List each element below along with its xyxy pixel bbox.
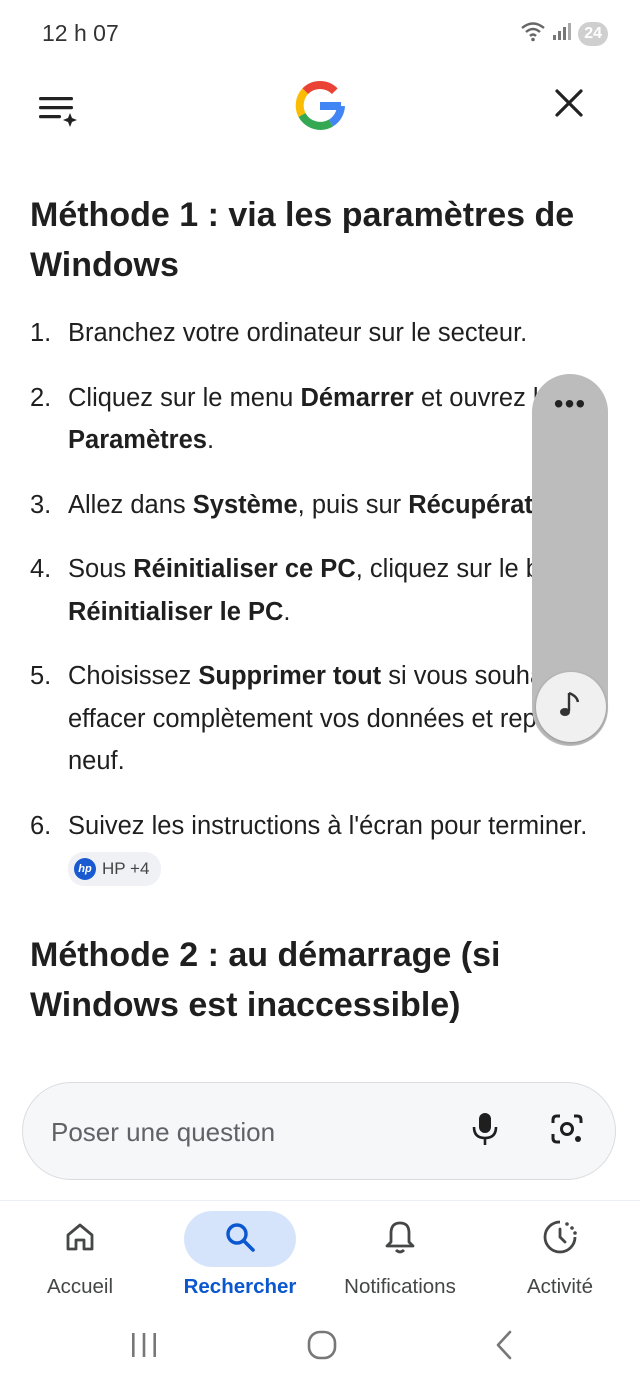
signal-icon [552, 21, 572, 46]
hp-logo-icon: hp [74, 858, 96, 881]
nav-label-search: Rechercher [183, 1275, 297, 1298]
status-time: 12 h 07 [42, 20, 119, 46]
back-button[interactable] [474, 1324, 534, 1370]
google-g-logo [295, 81, 345, 130]
wifi-icon [520, 20, 546, 47]
close-icon [554, 88, 584, 123]
bell-icon [383, 1219, 417, 1260]
status-bar: 12 h 07 24 [0, 0, 640, 66]
source-chip[interactable]: hp HP +4 [68, 852, 162, 887]
method-2-heading: Méthode 2 : au démarrage (si Windows est… [30, 935, 501, 1024]
method-1-heading: Méthode 1 : via les paramètres de Window… [30, 196, 575, 284]
nav-label-home: Accueil [46, 1275, 114, 1298]
nav-notifications[interactable]: Notifications [320, 1201, 480, 1311]
menu-button[interactable] [30, 84, 84, 138]
question-input[interactable] [49, 1109, 433, 1155]
voice-search-button[interactable] [459, 1105, 511, 1157]
nav-label-notifications: Notifications [344, 1275, 456, 1298]
app-bar [0, 66, 640, 156]
system-home-button[interactable] [292, 1324, 352, 1370]
audio-overview-panel[interactable]: ••• [532, 374, 608, 746]
step-item: 1. Branchez votre ordinateur sur le sect… [30, 319, 528, 347]
back-icon [492, 1329, 516, 1366]
recents-button[interactable] [114, 1324, 174, 1370]
google-logo[interactable] [292, 78, 348, 134]
search-icon [223, 1220, 257, 1259]
music-button[interactable] [536, 672, 606, 742]
more-horiz-icon[interactable]: ••• [532, 390, 608, 418]
ask-question-bar [22, 1082, 616, 1180]
music-note-icon [557, 690, 585, 725]
google-lens-icon [549, 1112, 585, 1151]
step-item: 6. Suivez les instructions à l'écran pou… [30, 805, 630, 890]
nav-search[interactable]: Rechercher [160, 1201, 320, 1311]
recents-icon [129, 1330, 159, 1365]
home-icon [63, 1220, 97, 1259]
menu-sparkle-icon [37, 91, 77, 132]
home-circle-icon [306, 1329, 338, 1366]
microphone-icon [472, 1111, 498, 1152]
source-chip-label: HP +4 [102, 859, 150, 879]
nav-activity[interactable]: Activité [480, 1201, 640, 1311]
close-button[interactable] [542, 78, 596, 132]
nav-home[interactable]: Accueil [0, 1201, 160, 1311]
bottom-navigation: Accueil Rechercher Notifications Activit… [0, 1200, 640, 1311]
nav-label-activity: Activité [526, 1275, 594, 1298]
status-icons: 24 [520, 20, 608, 47]
system-navigation-bar [0, 1310, 640, 1388]
battery-indicator: 24 [578, 21, 608, 46]
lens-search-button[interactable] [541, 1105, 593, 1157]
activity-icon [541, 1218, 579, 1261]
